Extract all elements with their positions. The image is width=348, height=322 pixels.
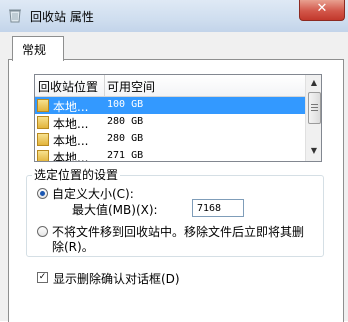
drive-icon — [37, 150, 49, 161]
list-row[interactable]: 本地... 271 GB — [35, 148, 305, 162]
column-separator[interactable] — [104, 75, 105, 96]
max-size-label: 最大值(MB)(X): — [72, 203, 158, 217]
location-cell: 本地... — [53, 151, 89, 162]
recycle-bin-icon — [9, 9, 21, 23]
scroll-down-icon[interactable]: ▼ — [306, 143, 321, 159]
list-row[interactable]: 本地... 280 GB — [35, 114, 305, 131]
location-cell: 本地... — [53, 100, 89, 114]
space-cell: 280 GB — [107, 116, 144, 127]
no-move-label-continued[interactable]: 除(R)。 — [52, 238, 94, 255]
close-button[interactable]: ✕ — [299, 0, 345, 21]
confirm-delete-checkbox[interactable]: ✓ — [37, 272, 48, 283]
confirm-delete-label[interactable]: 显示删除确认对话框(D) — [53, 270, 180, 287]
space-cell: 280 GB — [107, 133, 144, 144]
close-icon: ✕ — [316, 1, 328, 16]
list-row[interactable]: 本地... 100 GB — [35, 97, 305, 114]
drive-icon — [37, 116, 49, 129]
list-row[interactable]: 本地... 280 GB — [35, 131, 305, 148]
location-cell: 本地... — [53, 117, 89, 131]
settings-group-title: 选定位置的设置 — [32, 166, 121, 183]
custom-size-radio[interactable] — [37, 188, 48, 199]
custom-size-label[interactable]: 自定义大小(C): — [52, 185, 134, 202]
drive-icon — [37, 133, 49, 146]
max-size-input[interactable]: 7168 — [192, 199, 244, 217]
title-bar: 回收站 属性 ✕ — [0, 0, 348, 32]
scroll-thumb[interactable] — [308, 92, 321, 124]
space-cell: 100 GB — [107, 99, 144, 110]
tab-general[interactable]: 常规 — [12, 36, 64, 61]
space-cell: 271 GB — [107, 150, 144, 161]
drive-icon — [37, 99, 49, 112]
scroll-up-icon[interactable]: ▲ — [306, 75, 321, 91]
list-scrollbar[interactable]: ▲ ▼ — [305, 75, 321, 161]
column-header-space[interactable]: 可用空间 — [107, 78, 155, 95]
column-header-location[interactable]: 回收站位置 — [38, 78, 98, 95]
window-title: 回收站 属性 — [30, 10, 94, 24]
no-move-radio[interactable] — [37, 226, 48, 237]
tab-label: 常规 — [22, 43, 47, 57]
location-cell: 本地... — [53, 134, 89, 148]
location-list[interactable]: 回收站位置 可用空间 本地... 100 GB 本地... 280 GB 本地.… — [34, 74, 322, 162]
list-header: 回收站位置 可用空间 — [35, 75, 305, 97]
